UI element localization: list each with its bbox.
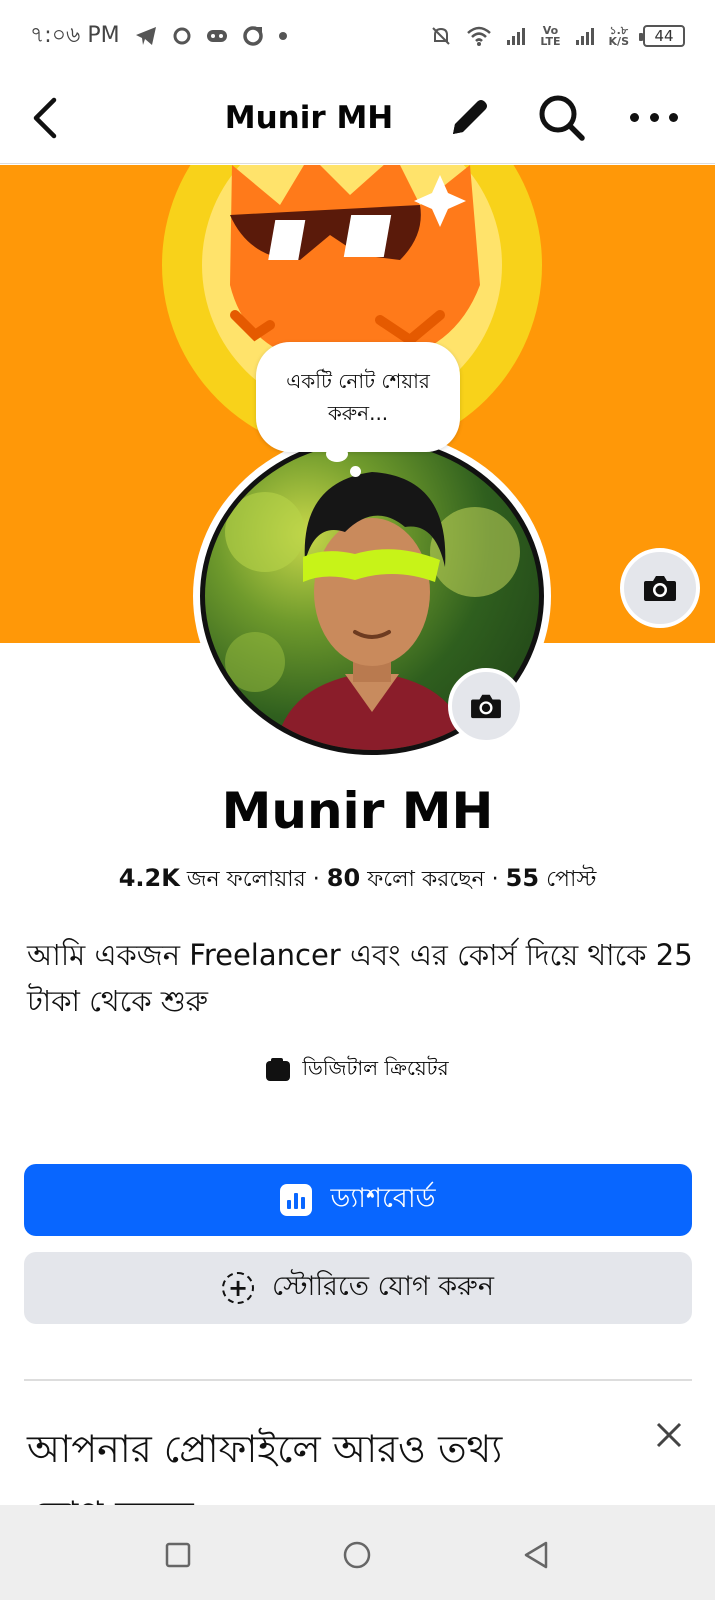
posts-count: 55 <box>505 864 540 892</box>
close-icon[interactable] <box>652 1418 686 1452</box>
top-nav: Munir MH <box>0 72 715 164</box>
status-right: Vo LTE ১.৮ K/S 44 <box>430 24 685 48</box>
dot-icon <box>278 24 288 48</box>
avatar-camera-icon[interactable] <box>448 668 524 744</box>
battery-icon: 44 <box>639 25 685 47</box>
section-divider <box>24 1379 692 1381</box>
back-nav-icon[interactable] <box>516 1535 556 1575</box>
network-speed: ১.৮ K/S <box>608 24 629 48</box>
nav-title: Munir MH <box>224 99 394 136</box>
followers-count[interactable]: 4.2K <box>119 864 180 892</box>
note-text: একটি নোট শেয়ার করুন... <box>286 369 430 425</box>
sync-icon <box>242 24 264 48</box>
share-note-bubble[interactable]: একটি নোট শেয়ার করুন... <box>256 342 460 452</box>
note-bubble-tail-small <box>350 466 361 477</box>
more-info-subtitle: যোগ করুন <box>30 1486 230 1506</box>
following-count[interactable]: 80 <box>327 864 360 892</box>
add-story-icon: + <box>222 1272 255 1304</box>
status-left: ৭:০৬ PM <box>30 18 288 55</box>
home-icon[interactable] <box>337 1535 377 1575</box>
profile-name: Munir MH <box>221 782 494 840</box>
edit-pencil-icon[interactable] <box>445 94 495 144</box>
posts-label: পোস্ট <box>546 867 597 892</box>
clapperboard-icon <box>266 1057 291 1081</box>
volte-label: Vo LTE <box>540 24 561 48</box>
add-story-button[interactable]: + স্টোরিতে যোগ করুন <box>24 1252 692 1324</box>
gamepad-icon <box>206 24 228 48</box>
wifi-icon <box>466 24 492 48</box>
followers-label[interactable]: জন ফলোয়ার <box>187 867 306 892</box>
cover-camera-icon[interactable] <box>620 548 700 628</box>
recent-apps-icon[interactable] <box>158 1535 198 1575</box>
stats-separator: · <box>491 867 499 892</box>
signal-icon <box>506 24 526 48</box>
search-icon[interactable] <box>536 92 588 144</box>
profile-bio: আমি একজন Freelancer এবং এর কোর্স দিয়ে থ… <box>27 938 693 1018</box>
dashboard-button[interactable]: ড্যাশবোর্ড <box>24 1164 692 1236</box>
mute-bell-icon <box>430 24 452 48</box>
stats-separator: · <box>312 867 320 892</box>
dashboard-icon <box>280 1184 313 1216</box>
more-icon[interactable] <box>630 102 678 132</box>
telegram-icon <box>134 24 158 48</box>
app-icon <box>172 24 192 48</box>
following-label[interactable]: ফলো করছেন <box>367 867 484 892</box>
status-bar: ৭:০৬ PM Vo LTE ১.৮ K/S 44 <box>0 0 715 72</box>
profile-stats: 4.2K জন ফলোয়ার · 80 ফলো করছেন · 55 পোস্… <box>0 862 715 899</box>
category-label: ডিজিটাল ক্রিয়েটর <box>302 1056 449 1080</box>
profile-category: ডিজিটাল ক্রিয়েটর <box>0 1054 715 1087</box>
more-info-title: আপনার প্রোফাইলে আরও তথ্য <box>27 1427 503 1471</box>
note-bubble-tail <box>326 446 348 462</box>
dashboard-label: ড্যাশবোর্ড <box>330 1182 436 1214</box>
system-nav-bar <box>0 1505 715 1600</box>
signal-icon-2 <box>575 24 595 48</box>
status-time: ৭:০৬ PM <box>30 22 120 48</box>
add-story-label: স্টোরিতে যোগ করুন <box>272 1270 494 1302</box>
